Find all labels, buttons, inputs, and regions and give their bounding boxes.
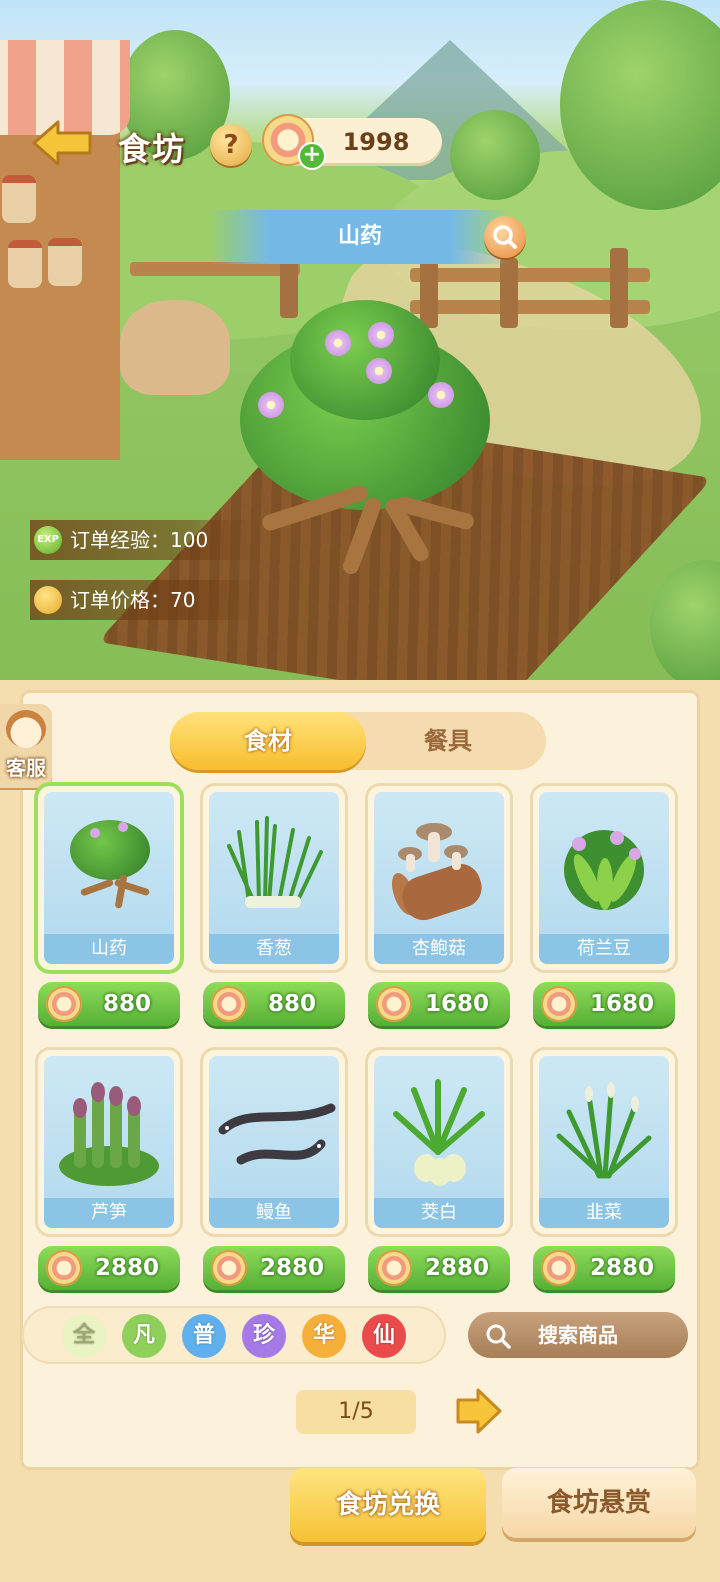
next-page-button[interactable] [450, 1384, 504, 1438]
coin-icon [376, 986, 412, 1022]
snow-pea-icon [539, 792, 669, 934]
selected-item-name: 山药 [210, 210, 510, 264]
item-price: 1680 [424, 991, 489, 1017]
inspect-button[interactable] [484, 216, 526, 258]
tree [450, 110, 540, 200]
page-indicator: 1/5 [296, 1390, 416, 1434]
item-name: 韭菜 [539, 1198, 669, 1228]
jar [2, 175, 36, 223]
water-bamboo-icon [374, 1056, 504, 1198]
add-coins-button[interactable]: + [298, 142, 326, 170]
reward-button[interactable]: 食坊悬赏 [502, 1468, 696, 1538]
item-price: 2880 [424, 1255, 489, 1281]
buy-button[interactable]: 2880 [38, 1246, 180, 1290]
coin-icon [541, 1250, 577, 1286]
eel-icon [209, 1056, 339, 1198]
item-price: 2880 [259, 1255, 324, 1281]
item-price: 880 [102, 991, 151, 1017]
item-name: 香葱 [209, 934, 339, 964]
rarity-filter-rare[interactable]: 珍 [242, 1314, 286, 1358]
order-exp: EXP 订单经验：100 [30, 520, 260, 560]
chives-icon [539, 1056, 669, 1198]
back-arrow-icon [32, 120, 92, 166]
king-oyster-mushroom-icon [374, 792, 504, 934]
item-name: 茭白 [374, 1198, 504, 1228]
item-name: 山药 [44, 934, 174, 964]
rarity-filter-all[interactable]: 全 [62, 1314, 106, 1358]
item-price: 880 [267, 991, 316, 1017]
bush [650, 560, 720, 690]
order-exp-label: 订单经验：100 [70, 528, 209, 552]
fence-post [610, 248, 628, 328]
fence-post [500, 258, 518, 328]
rarity-filter-normal[interactable]: 普 [182, 1314, 226, 1358]
exp-icon: EXP [34, 526, 62, 554]
coin-icon [376, 1250, 412, 1286]
price-coin-icon [34, 586, 62, 614]
rarity-filter-epic[interactable]: 华 [302, 1314, 346, 1358]
flower [366, 358, 392, 384]
asparagus-icon [44, 1056, 174, 1198]
fence [130, 262, 300, 276]
service-avatar-icon [6, 710, 46, 748]
yam-plant-leaves [290, 300, 440, 420]
buy-button[interactable]: 1680 [368, 982, 510, 1026]
item-name: 杏鲍菇 [374, 934, 504, 964]
page-title: 食坊 [118, 130, 187, 168]
coin-icon [211, 986, 247, 1022]
search-goods-button[interactable]: 搜索商品 [468, 1312, 688, 1358]
search-icon [486, 1324, 511, 1349]
jar [8, 240, 42, 288]
flower [368, 322, 394, 348]
flower-sack [120, 300, 230, 395]
flower [428, 382, 454, 408]
rarity-filter-bar: 全 凡 普 珍 华 仙 [22, 1306, 446, 1364]
item-name: 芦笋 [44, 1198, 174, 1228]
item-name: 荷兰豆 [539, 934, 669, 964]
service-label: 客服 [6, 756, 46, 780]
rarity-filter-legendary[interactable]: 仙 [362, 1314, 406, 1358]
buy-button[interactable]: 2880 [203, 1246, 345, 1290]
scallion-icon [209, 792, 339, 934]
order-price: 订单价格：70 [30, 580, 260, 620]
buy-button[interactable]: 880 [203, 982, 345, 1026]
category-tabs: 餐具 食材 [170, 712, 546, 770]
item-price: 2880 [94, 1255, 159, 1281]
buy-button[interactable]: 2880 [533, 1246, 675, 1290]
customer-service-button[interactable]: 客服 [0, 704, 52, 788]
magnifier-icon [493, 225, 517, 249]
buy-button[interactable]: 2880 [368, 1246, 510, 1290]
exchange-button[interactable]: 食坊兑换 [290, 1468, 486, 1542]
tab-tableware[interactable]: 餐具 [350, 712, 546, 770]
search-goods-label: 搜索商品 [538, 1323, 618, 1347]
item-price: 1680 [589, 991, 654, 1017]
buy-button[interactable]: 880 [38, 982, 180, 1026]
tab-ingredients[interactable]: 食材 [170, 712, 366, 770]
arrow-right-icon [456, 1388, 502, 1434]
flower [325, 330, 351, 356]
rarity-filter-common[interactable]: 凡 [122, 1314, 166, 1358]
item-name: 鳗鱼 [209, 1198, 339, 1228]
coin-icon [46, 1250, 82, 1286]
coin-icon [541, 986, 577, 1022]
help-button[interactable]: ? [210, 124, 252, 166]
item-price: 2880 [589, 1255, 654, 1281]
back-button[interactable] [30, 118, 94, 168]
order-price-label: 订单价格：70 [70, 588, 196, 612]
flower [258, 392, 284, 418]
yam-plant-icon [44, 792, 174, 934]
coin-icon [211, 1250, 247, 1286]
coin-icon [46, 986, 82, 1022]
jar [48, 238, 82, 286]
fence-post [420, 258, 438, 328]
buy-button[interactable]: 1680 [533, 982, 675, 1026]
